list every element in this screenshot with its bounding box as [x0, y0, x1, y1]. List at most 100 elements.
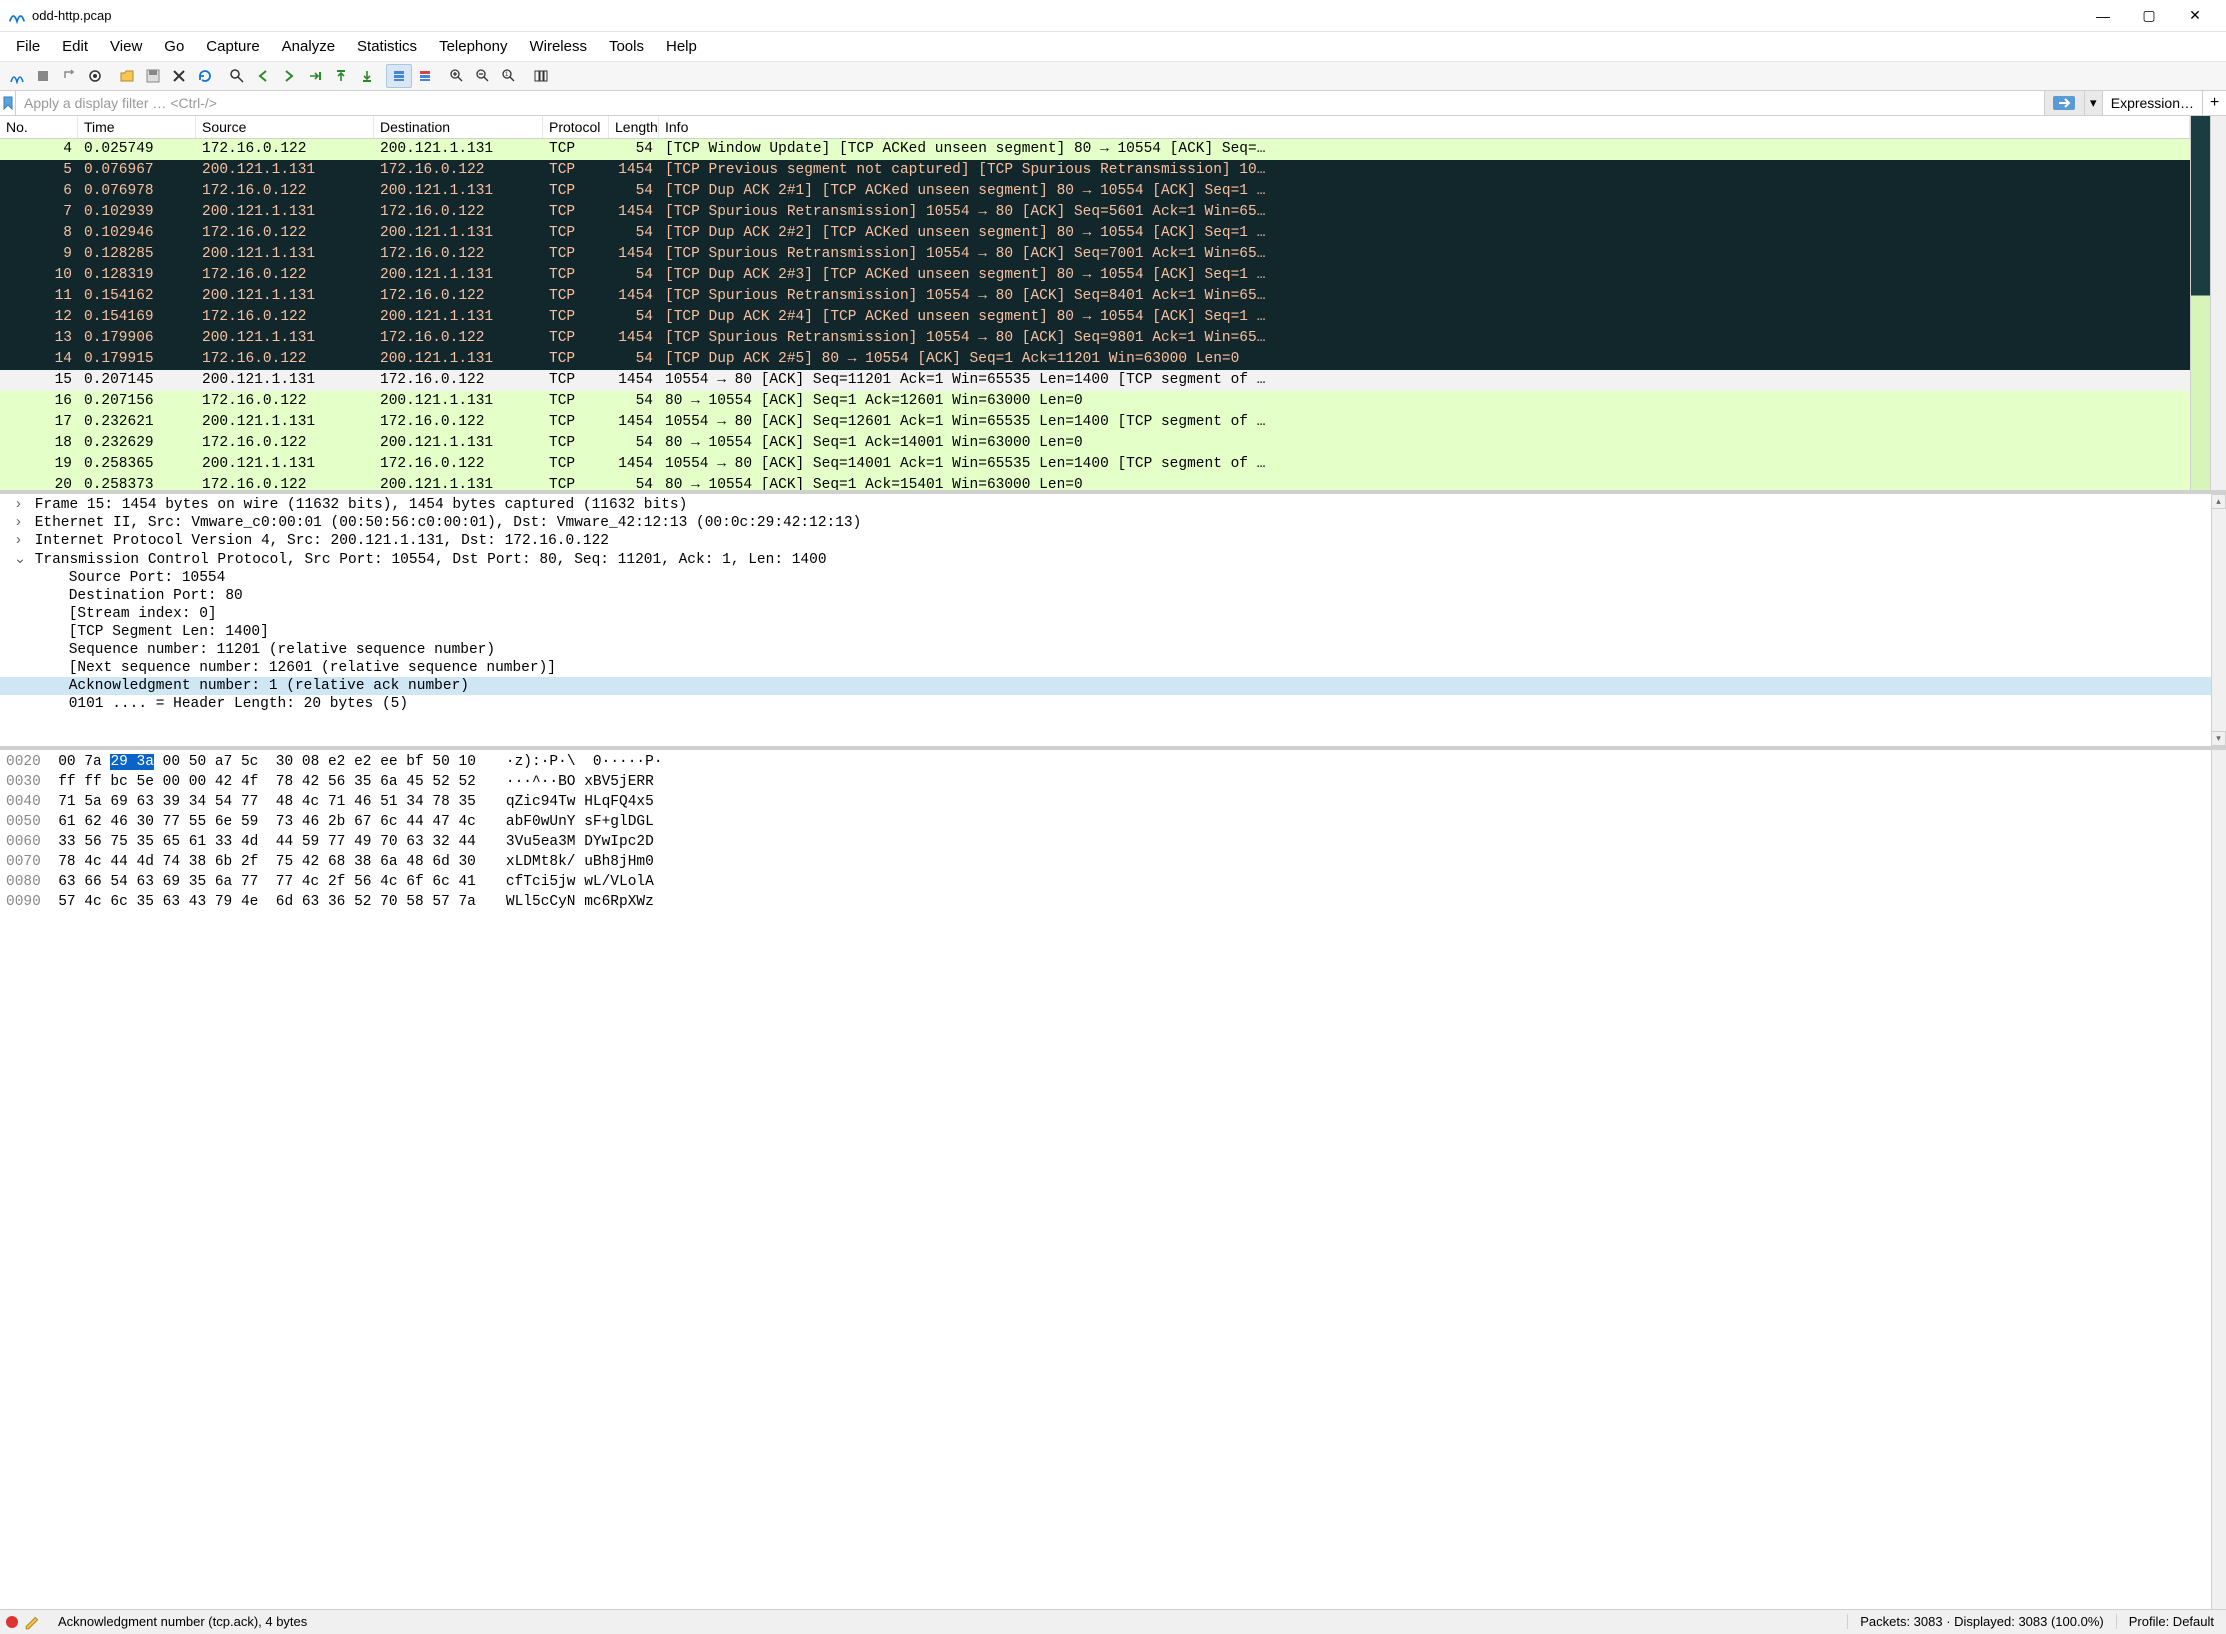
start-capture-icon[interactable] — [4, 64, 30, 88]
menu-help[interactable]: Help — [656, 34, 707, 59]
add-filter-button[interactable]: + — [2202, 91, 2226, 115]
expand-toggle-icon[interactable]: › — [14, 515, 26, 531]
column-header-source[interactable]: Source — [196, 116, 374, 138]
menu-tools[interactable]: Tools — [599, 34, 654, 59]
packet-row[interactable]: 120.154169172.16.0.122200.121.1.131TCP54… — [0, 307, 2190, 328]
scroll-up-icon[interactable]: ▴ — [2211, 494, 2226, 509]
filter-history-dropdown[interactable]: ▾ — [2084, 91, 2102, 115]
restart-capture-icon[interactable] — [56, 64, 82, 88]
menu-statistics[interactable]: Statistics — [347, 34, 427, 59]
detail-row[interactable]: Sequence number: 11201 (relative sequenc… — [0, 641, 2226, 659]
go-last-icon[interactable] — [354, 64, 380, 88]
detail-row[interactable]: › Ethernet II, Src: Vmware_c0:00:01 (00:… — [0, 514, 2226, 532]
save-file-icon[interactable] — [140, 64, 166, 88]
column-header-no[interactable]: No. — [0, 116, 78, 138]
menu-edit[interactable]: Edit — [52, 34, 98, 59]
scroll-down-icon[interactable]: ▾ — [2211, 731, 2226, 746]
detail-row[interactable]: [TCP Segment Len: 1400] — [0, 623, 2226, 641]
zoom-out-icon[interactable] — [470, 64, 496, 88]
details-scrollbar[interactable]: ▴ ▾ — [2211, 494, 2226, 746]
menu-go[interactable]: Go — [154, 34, 194, 59]
hex-row[interactable]: 0050 61 62 46 30 77 55 6e 59 73 46 2b 67… — [6, 812, 2220, 832]
menu-telephony[interactable]: Telephony — [429, 34, 517, 59]
minimize-button[interactable]: — — [2080, 1, 2126, 31]
packet-row[interactable]: 180.232629172.16.0.122200.121.1.131TCP54… — [0, 433, 2190, 454]
column-header-info[interactable]: Info — [659, 116, 2190, 138]
menu-file[interactable]: File — [6, 34, 50, 59]
packet-details-pane[interactable]: › Frame 15: 1454 bytes on wire (11632 bi… — [0, 494, 2226, 750]
apply-filter-button[interactable] — [2044, 91, 2084, 115]
expand-toggle-icon[interactable]: › — [14, 497, 26, 513]
stop-capture-icon[interactable] — [30, 64, 56, 88]
expression-button[interactable]: Expression… — [2102, 91, 2202, 115]
go-back-icon[interactable] — [250, 64, 276, 88]
menu-analyze[interactable]: Analyze — [272, 34, 345, 59]
packet-row[interactable]: 50.076967200.121.1.131172.16.0.122TCP145… — [0, 160, 2190, 181]
packet-row[interactable]: 40.025749172.16.0.122200.121.1.131TCP54[… — [0, 139, 2190, 160]
column-header-time[interactable]: Time — [78, 116, 196, 138]
packet-row[interactable]: 160.207156172.16.0.122200.121.1.131TCP54… — [0, 391, 2190, 412]
packet-row[interactable]: 200.258373172.16.0.122200.121.1.131TCP54… — [0, 475, 2190, 490]
close-file-icon[interactable] — [166, 64, 192, 88]
detail-row[interactable]: ⌄ Transmission Control Protocol, Src Por… — [0, 550, 2226, 569]
hex-scrollbar[interactable] — [2211, 750, 2226, 1609]
zoom-in-icon[interactable] — [444, 64, 470, 88]
packet-row[interactable]: 100.128319172.16.0.122200.121.1.131TCP54… — [0, 265, 2190, 286]
hex-row[interactable]: 0030 ff ff bc 5e 00 00 42 4f 78 42 56 35… — [6, 772, 2220, 792]
detail-row[interactable]: Destination Port: 80 — [0, 587, 2226, 605]
detail-row[interactable]: Source Port: 10554 — [0, 569, 2226, 587]
expert-info-led-icon[interactable] — [6, 1616, 18, 1628]
go-forward-icon[interactable] — [276, 64, 302, 88]
packet-row[interactable]: 150.207145200.121.1.131172.16.0.122TCP14… — [0, 370, 2190, 391]
packet-row[interactable]: 110.154162200.121.1.131172.16.0.122TCP14… — [0, 286, 2190, 307]
capture-options-icon[interactable] — [82, 64, 108, 88]
column-header-proto[interactable]: Protocol — [543, 116, 609, 138]
open-file-icon[interactable] — [114, 64, 140, 88]
menu-wireless[interactable]: Wireless — [519, 34, 597, 59]
status-profile[interactable]: Profile: Default — [2116, 1614, 2226, 1629]
hex-row[interactable]: 0060 33 56 75 35 65 61 33 4d 44 59 77 49… — [6, 832, 2220, 852]
packet-row[interactable]: 60.076978172.16.0.122200.121.1.131TCP54[… — [0, 181, 2190, 202]
close-button[interactable]: ✕ — [2172, 1, 2218, 31]
colorize-icon[interactable] — [412, 64, 438, 88]
reload-icon[interactable] — [192, 64, 218, 88]
detail-row[interactable]: Acknowledgment number: 1 (relative ack n… — [0, 677, 2226, 695]
maximize-button[interactable]: ▢ — [2126, 1, 2172, 31]
detail-row[interactable]: › Frame 15: 1454 bytes on wire (11632 bi… — [0, 496, 2226, 514]
detail-row[interactable]: › Internet Protocol Version 4, Src: 200.… — [0, 532, 2226, 550]
packet-row[interactable]: 190.258365200.121.1.131172.16.0.122TCP14… — [0, 454, 2190, 475]
packet-row[interactable]: 170.232621200.121.1.131172.16.0.122TCP14… — [0, 412, 2190, 433]
column-header-length[interactable]: Length — [609, 116, 659, 138]
packet-row[interactable]: 140.179915172.16.0.122200.121.1.131TCP54… — [0, 349, 2190, 370]
scroll-down-icon[interactable]: ▾ — [2211, 475, 2226, 490]
hex-row[interactable]: 0080 63 66 54 63 69 35 6a 77 77 4c 2f 56… — [6, 872, 2220, 892]
packet-row[interactable]: 130.179906200.121.1.131172.16.0.122TCP14… — [0, 328, 2190, 349]
menu-view[interactable]: View — [100, 34, 152, 59]
auto-scroll-icon[interactable] — [386, 64, 412, 88]
detail-row[interactable]: [Stream index: 0] — [0, 605, 2226, 623]
scroll-up-icon[interactable]: ▴ — [2211, 116, 2226, 131]
resize-columns-icon[interactable] — [528, 64, 554, 88]
packet-row[interactable]: 70.102939200.121.1.131172.16.0.122TCP145… — [0, 202, 2190, 223]
hex-row[interactable]: 0090 57 4c 6c 35 63 43 79 4e 6d 63 36 52… — [6, 892, 2220, 912]
expand-toggle-icon[interactable]: › — [14, 533, 26, 549]
detail-row[interactable]: 0101 .... = Header Length: 20 bytes (5) — [0, 695, 2226, 713]
packet-minimap[interactable]: ▴ ▾ — [2190, 116, 2226, 490]
filter-bookmark-icon[interactable] — [0, 91, 16, 115]
column-header-dest[interactable]: Destination — [374, 116, 543, 138]
hex-row[interactable]: 0020 00 7a 29 3a 00 50 a7 5c 30 08 e2 e2… — [6, 752, 2220, 772]
packet-row[interactable]: 80.102946172.16.0.122200.121.1.131TCP54[… — [0, 223, 2190, 244]
edit-capture-comment-icon[interactable] — [24, 1613, 42, 1631]
go-first-icon[interactable] — [328, 64, 354, 88]
expand-toggle-icon[interactable]: ⌄ — [14, 551, 26, 568]
packet-list[interactable]: No. Time Source Destination Protocol Len… — [0, 116, 2190, 490]
zoom-reset-icon[interactable]: 1 — [496, 64, 522, 88]
go-to-packet-icon[interactable] — [302, 64, 328, 88]
detail-row[interactable]: [Next sequence number: 12601 (relative s… — [0, 659, 2226, 677]
hex-row[interactable]: 0070 78 4c 44 4d 74 38 6b 2f 75 42 68 38… — [6, 852, 2220, 872]
menu-capture[interactable]: Capture — [196, 34, 269, 59]
hex-row[interactable]: 0040 71 5a 69 63 39 34 54 77 48 4c 71 46… — [6, 792, 2220, 812]
packet-bytes-pane[interactable]: 0020 00 7a 29 3a 00 50 a7 5c 30 08 e2 e2… — [0, 750, 2226, 1609]
packet-row[interactable]: 90.128285200.121.1.131172.16.0.122TCP145… — [0, 244, 2190, 265]
find-icon[interactable] — [224, 64, 250, 88]
